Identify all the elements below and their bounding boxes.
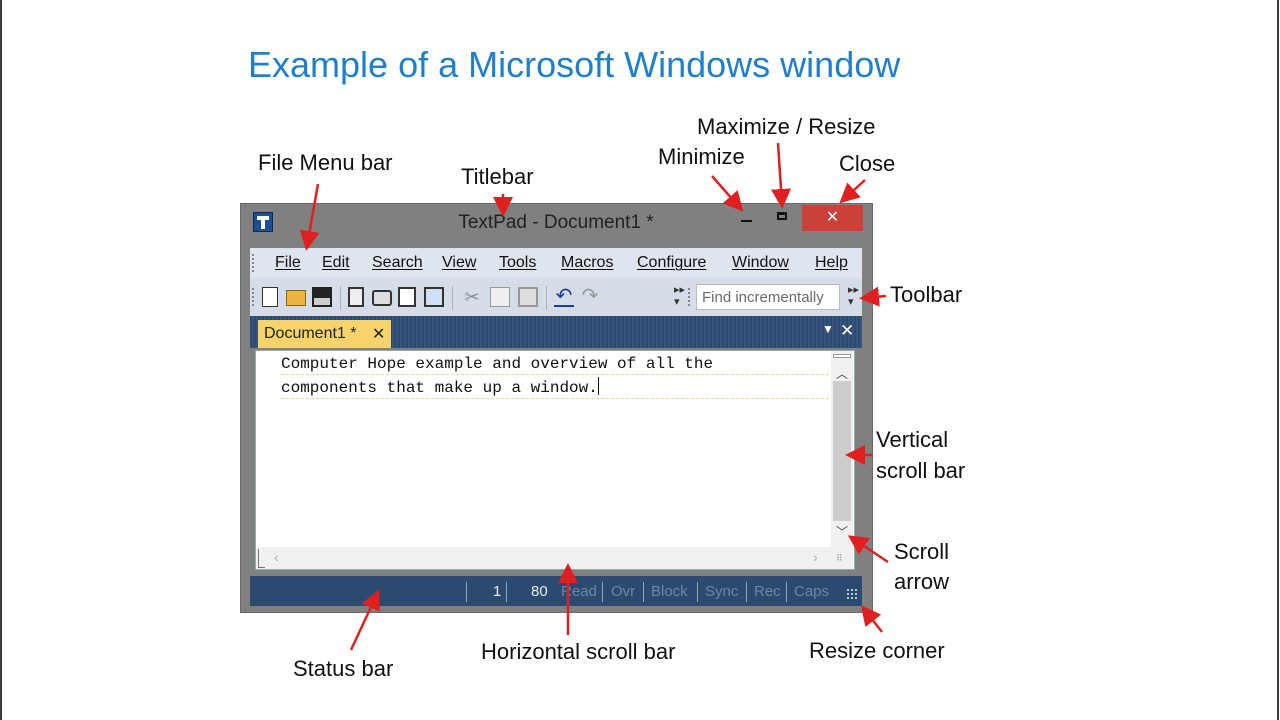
arrow-status-bar [349, 589, 380, 651]
arrow-resize-corner [860, 605, 883, 633]
callout-arrows [299, 142, 889, 651]
arrow-minimize [711, 175, 744, 212]
arrow-close [839, 179, 866, 204]
arrow-maximize [771, 142, 791, 209]
arrow-file-menu-bar [299, 183, 320, 251]
arrow-toolbar [859, 286, 887, 307]
arrow-scroll-arrow [847, 535, 889, 564]
